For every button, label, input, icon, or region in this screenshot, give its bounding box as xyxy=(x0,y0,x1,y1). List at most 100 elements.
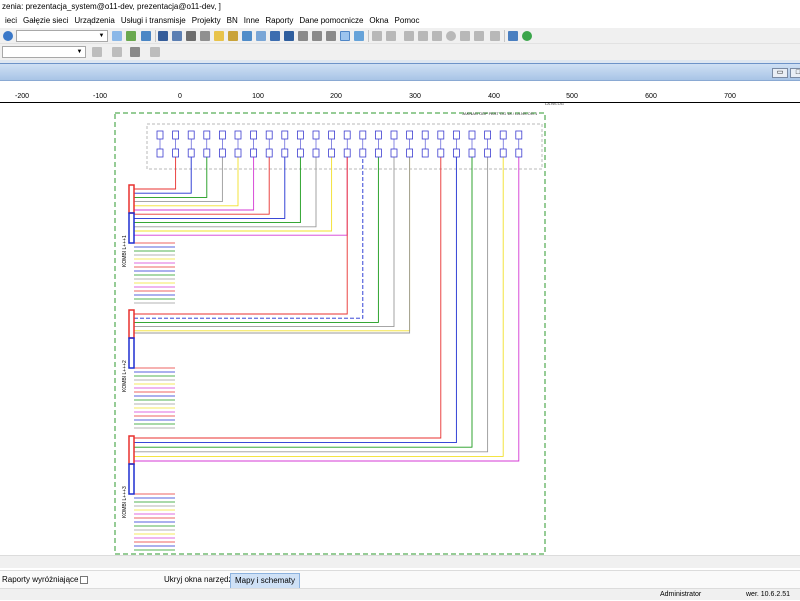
polyline-icon[interactable] xyxy=(112,47,122,57)
table-icon[interactable] xyxy=(158,31,168,41)
port-bottom xyxy=(437,148,445,158)
fibre-route xyxy=(134,157,473,448)
menu-item-okna[interactable]: Okna xyxy=(366,13,391,28)
map-icon[interactable] xyxy=(214,31,224,41)
paste-icon[interactable] xyxy=(474,31,484,41)
minimize-icon[interactable]: ▭ xyxy=(772,68,788,78)
link-icon[interactable] xyxy=(386,31,396,41)
move-icon[interactable] xyxy=(418,31,428,41)
copy-icon[interactable] xyxy=(460,31,470,41)
port-bottom xyxy=(203,148,211,158)
schematic-canvas[interactable]: JAKNAG ODF PAST OG 18 / LA.NS.OG.1 LA.NS.… xyxy=(0,101,800,555)
port-bottom xyxy=(343,148,351,158)
layers-icon[interactable] xyxy=(200,31,210,41)
menu-item-inne[interactable]: Inne xyxy=(241,13,263,28)
folder-icon[interactable] xyxy=(126,31,136,41)
menu-item-projekty[interactable]: Projekty xyxy=(189,13,224,28)
splice-red xyxy=(128,184,135,214)
window-icon[interactable] xyxy=(112,31,122,41)
port-bottom xyxy=(484,148,492,158)
port-bottom xyxy=(296,148,304,158)
select-area-icon[interactable] xyxy=(312,31,322,41)
horizontal-scrollbar[interactable] xyxy=(0,555,800,568)
maximize-icon[interactable]: □ xyxy=(790,68,800,78)
grid-icon[interactable] xyxy=(172,31,182,41)
port-top xyxy=(374,130,382,140)
outer-frame xyxy=(114,112,546,555)
port-top xyxy=(296,130,304,140)
menu-item-sieci[interactable]: ieci xyxy=(2,13,20,28)
layer-combo[interactable]: ▼ xyxy=(2,46,86,58)
zoom-extents-icon[interactable] xyxy=(354,31,364,41)
fibre-route xyxy=(134,157,520,462)
port-bottom xyxy=(281,148,289,158)
reports-label: Raporty wyróżniające xyxy=(2,575,79,584)
fibre-route xyxy=(134,157,333,232)
globe-icon[interactable] xyxy=(522,31,532,41)
schematic-frame xyxy=(114,112,546,555)
menu-item-uslugi[interactable]: Usługi i transmisje xyxy=(118,13,189,28)
menu-item-galezie-sieci[interactable]: Gałęzie sieci xyxy=(20,13,71,28)
tab-maps-schemas[interactable]: Mapy i schematy xyxy=(230,573,301,589)
reports-checkbox[interactable] xyxy=(80,576,88,584)
list-icon[interactable] xyxy=(256,31,266,41)
bottom-bar: Raporty wyróżniające ▾ Ukryj okna narzęd… xyxy=(0,570,800,589)
menu-item-raporty[interactable]: Raporty xyxy=(262,13,296,28)
port-bottom xyxy=(187,148,195,158)
reports-dropdown[interactable]: Raporty wyróżniające ▾ xyxy=(2,571,85,589)
panel-icon[interactable] xyxy=(270,31,280,41)
close-icon[interactable] xyxy=(150,47,160,57)
save-icon[interactable] xyxy=(284,31,294,41)
select-icon[interactable] xyxy=(298,31,308,41)
port-bottom xyxy=(312,148,320,158)
schematic-wires xyxy=(134,157,520,551)
port-top xyxy=(406,130,414,140)
pan-icon[interactable] xyxy=(340,31,350,41)
building-icon[interactable] xyxy=(186,31,196,41)
port-bottom xyxy=(452,148,460,158)
port-bottom xyxy=(499,148,507,158)
network-icon[interactable] xyxy=(508,31,518,41)
fit-icon[interactable] xyxy=(326,31,336,41)
ruler-tick: 200 xyxy=(330,93,342,100)
fibre-route xyxy=(134,157,364,319)
schematic-drawing[interactable]: JAKNAG ODF PAST OG 18 / LA.NS.OG.1 LA.NS.… xyxy=(0,101,800,555)
ruler-tick: 300 xyxy=(409,93,421,100)
port-top xyxy=(234,130,242,140)
toolbar-separator xyxy=(504,30,505,42)
fibre-route xyxy=(134,157,442,439)
menu-item-urzadzenia[interactable]: Urządzenia xyxy=(71,13,117,28)
chevron-down-icon[interactable]: ▼ xyxy=(97,31,106,41)
port-top xyxy=(390,130,398,140)
fibre-route xyxy=(134,157,286,219)
delete-icon[interactable] xyxy=(432,31,442,41)
screen-icon[interactable] xyxy=(242,31,252,41)
ruler-tick: 700 xyxy=(724,93,736,100)
port-top xyxy=(515,130,523,140)
properties-icon[interactable] xyxy=(490,31,500,41)
circle-icon[interactable] xyxy=(446,31,456,41)
schematic-labels: JAKNAG ODF PAST OG 18 / LA.NS.OG.1 LA.NS.… xyxy=(122,101,564,518)
image-icon[interactable] xyxy=(141,31,151,41)
main-toolbar: ▼ xyxy=(0,28,800,44)
photo-icon[interactable] xyxy=(228,31,238,41)
tools-icon[interactable] xyxy=(130,47,140,57)
fibre-route xyxy=(134,157,192,194)
hide-tools-button[interactable]: Ukryj okna narzędzi xyxy=(164,571,234,589)
port-top xyxy=(281,130,289,140)
menu-item-pomoc[interactable]: Pomoc xyxy=(392,13,423,28)
ruler-tick: 100 xyxy=(252,93,264,100)
menu-item-dane-pomocnicze[interactable]: Dane pomocnicze xyxy=(296,13,366,28)
fibre-route xyxy=(134,157,255,211)
menu-item-bn[interactable]: BN xyxy=(224,13,241,28)
line-icon[interactable] xyxy=(92,47,102,57)
status-version: wer. 10.6.2.51 xyxy=(746,591,790,598)
port-bottom xyxy=(250,148,258,158)
search-combo[interactable]: ▼ xyxy=(16,30,108,42)
port-bottom xyxy=(328,148,336,158)
chevron-down-icon[interactable]: ▼ xyxy=(75,47,84,57)
search-icon[interactable] xyxy=(3,31,13,41)
cut-icon[interactable] xyxy=(372,31,382,41)
align-icon[interactable] xyxy=(404,31,414,41)
port-top xyxy=(172,130,180,140)
